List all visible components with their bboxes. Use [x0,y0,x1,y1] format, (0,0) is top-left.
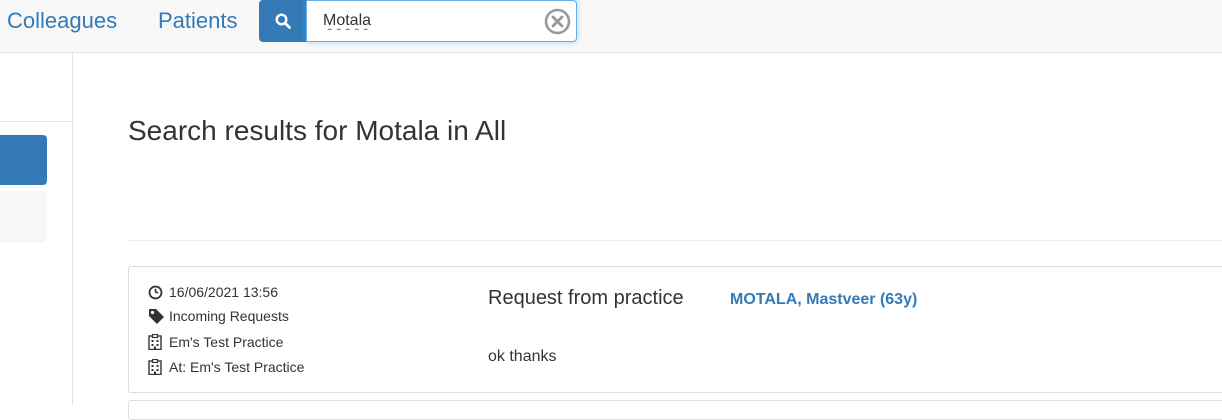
search-button[interactable] [259,0,307,42]
result-location-text: At: Em's Test Practice [169,359,305,375]
hospital-icon [148,334,166,350]
result-body: ok thanks [488,348,557,365]
result-card[interactable] [128,400,1222,420]
page-title: Search results for Motala in All [128,115,507,146]
sidebar-divider [0,121,72,122]
nav-patients-link[interactable]: Patients [158,8,238,34]
tag-icon [148,308,166,324]
patient-link[interactable]: MOTALA, Mastveer (63y) [730,291,917,309]
result-practice: Em's Test Practice [148,334,283,350]
result-datetime: 16/06/2021 13:56 [148,284,278,300]
result-practice-text: Em's Test Practice [169,334,284,350]
top-navbar: Colleagues Patients [0,0,1222,53]
hospital-icon [148,359,166,375]
result-card[interactable]: 16/06/2021 13:56 Incoming Requests Em's … [128,266,1222,393]
result-datetime-text: 16/06/2021 13:56 [169,284,278,300]
divider [128,240,1222,241]
result-category: Incoming Requests [148,308,289,324]
clock-icon [148,284,166,300]
nav-colleagues-link[interactable]: Colleagues [7,8,117,34]
result-title: Request from practice [488,287,684,309]
sidebar-item[interactable] [0,191,47,243]
clear-circle-icon[interactable] [544,8,571,35]
search-field [306,0,577,42]
result-location: At: Em's Test Practice [148,359,304,375]
sidebar-item-active[interactable] [0,135,47,185]
search-icon [275,13,291,29]
search-input[interactable] [323,9,538,33]
result-category-text: Incoming Requests [169,308,289,324]
sidebar [0,53,73,405]
